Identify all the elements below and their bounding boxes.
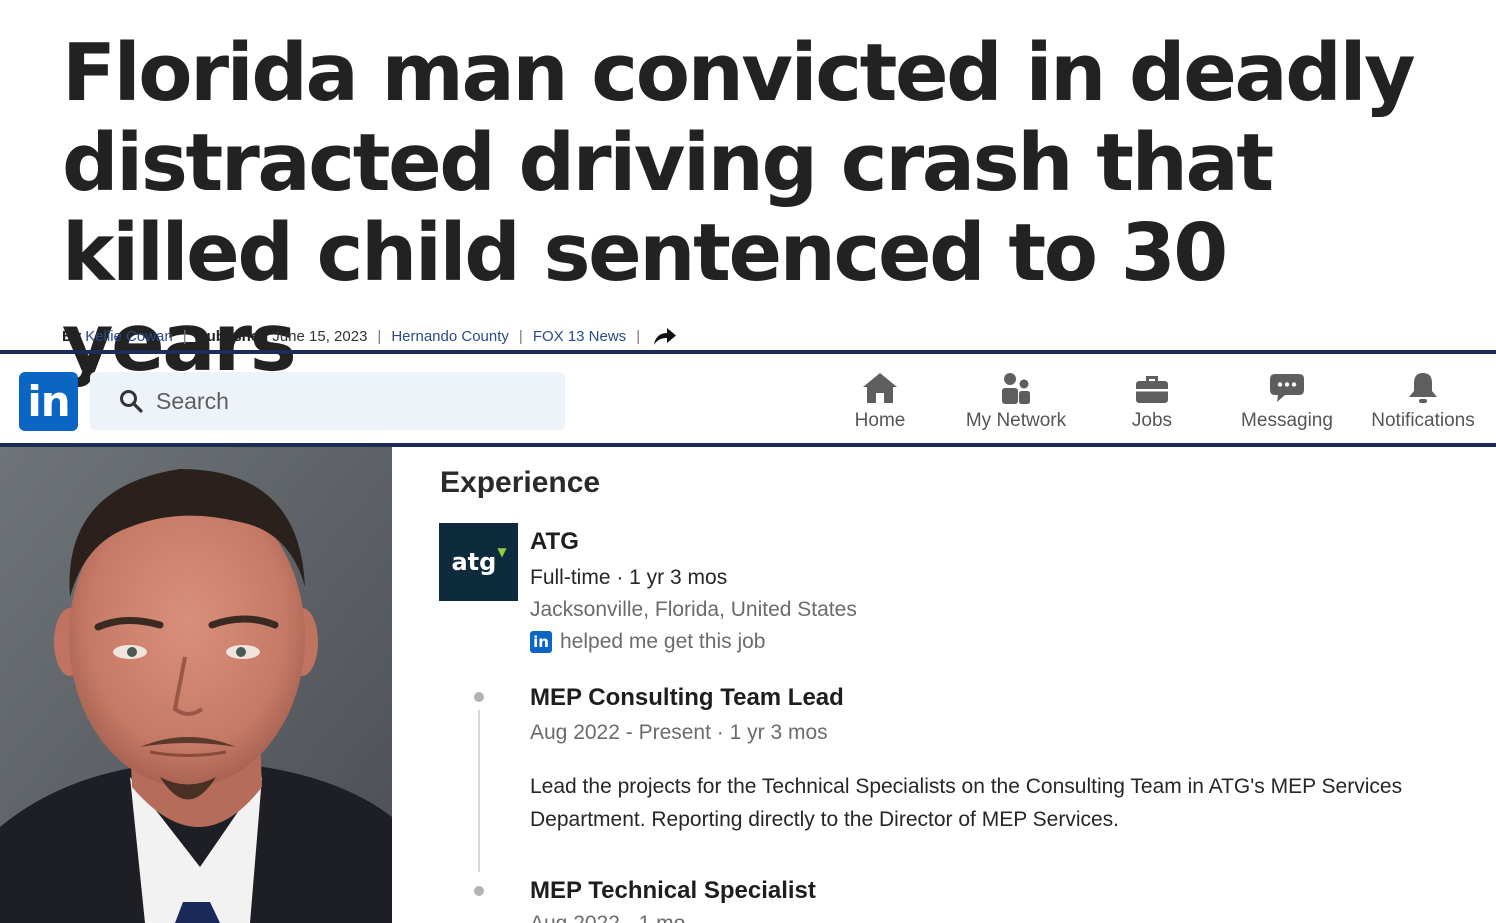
nav-home-label: Home (854, 410, 906, 431)
timeline-connector (478, 710, 480, 872)
published-date: June 15, 2023 (272, 327, 368, 345)
bell-icon (1409, 373, 1437, 403)
search-input[interactable] (156, 387, 536, 415)
nav-jobs[interactable]: Jobs (1120, 366, 1184, 438)
role-dates: Aug 2022 - 1 mo (530, 912, 685, 923)
section-link[interactable]: Hernando County (391, 328, 509, 345)
company-location: Jacksonville, Florida, United States (530, 598, 857, 621)
author-link[interactable]: Kellie Cowan (85, 328, 173, 345)
published-label: Published (196, 327, 269, 345)
byline-separator: | (182, 327, 187, 345)
role-title: MEP Technical Specialist (530, 877, 816, 904)
nav-jobs-label: Jobs (1131, 410, 1173, 431)
atg-logo-text: atg (451, 548, 497, 576)
role-dates: Aug 2022 - Present · 1 yr 3 mos (530, 721, 828, 744)
briefcase-icon (1136, 376, 1168, 403)
linkedin-logo[interactable]: in (19, 372, 78, 431)
timeline-dot (474, 692, 484, 702)
mugshot-photo (0, 447, 392, 923)
company-employment-meta: Full-time · 1 yr 3 mos (530, 566, 728, 589)
home-icon (863, 373, 897, 403)
nav-messaging-label: Messaging (1241, 410, 1333, 431)
search-icon (120, 390, 143, 413)
article-byline: By Kellie Cowan | Published June 15, 202… (62, 322, 678, 350)
helped-get-job-row: in helped me get this job (530, 630, 765, 654)
atg-logo-mark: ▼ (497, 545, 507, 559)
nav-my-network-label: My Network (965, 410, 1067, 431)
share-arrow-icon[interactable] (650, 324, 678, 348)
byline-by-label: By (62, 327, 82, 345)
network-icon (1002, 373, 1030, 404)
experience-heading: Experience (440, 466, 601, 499)
linkedin-mini-icon: in (530, 631, 552, 653)
chat-icon (1270, 374, 1304, 402)
role-title: MEP Consulting Team Lead (530, 684, 844, 711)
outlet-link[interactable]: FOX 13 News (533, 328, 626, 345)
company-name[interactable]: ATG (530, 528, 579, 556)
divider-top (0, 350, 1496, 354)
nav-notifications[interactable]: Notifications (1358, 366, 1488, 438)
atg-company-logo[interactable]: atg ▼ (439, 523, 518, 601)
nav-messaging[interactable]: Messaging (1232, 366, 1342, 438)
nav-notifications-label: Notifications (1371, 410, 1475, 431)
byline-separator: | (636, 327, 641, 345)
byline-separator: | (518, 327, 523, 345)
timeline-dot (474, 886, 484, 896)
helped-get-job-text: helped me get this job (560, 630, 766, 653)
nav-home[interactable]: Home (846, 366, 914, 438)
byline-separator: | (377, 327, 382, 345)
nav-my-network[interactable]: My Network (955, 366, 1077, 438)
search-bar[interactable] (90, 372, 565, 430)
role-description: Lead the projects for the Technical Spec… (530, 775, 1403, 831)
